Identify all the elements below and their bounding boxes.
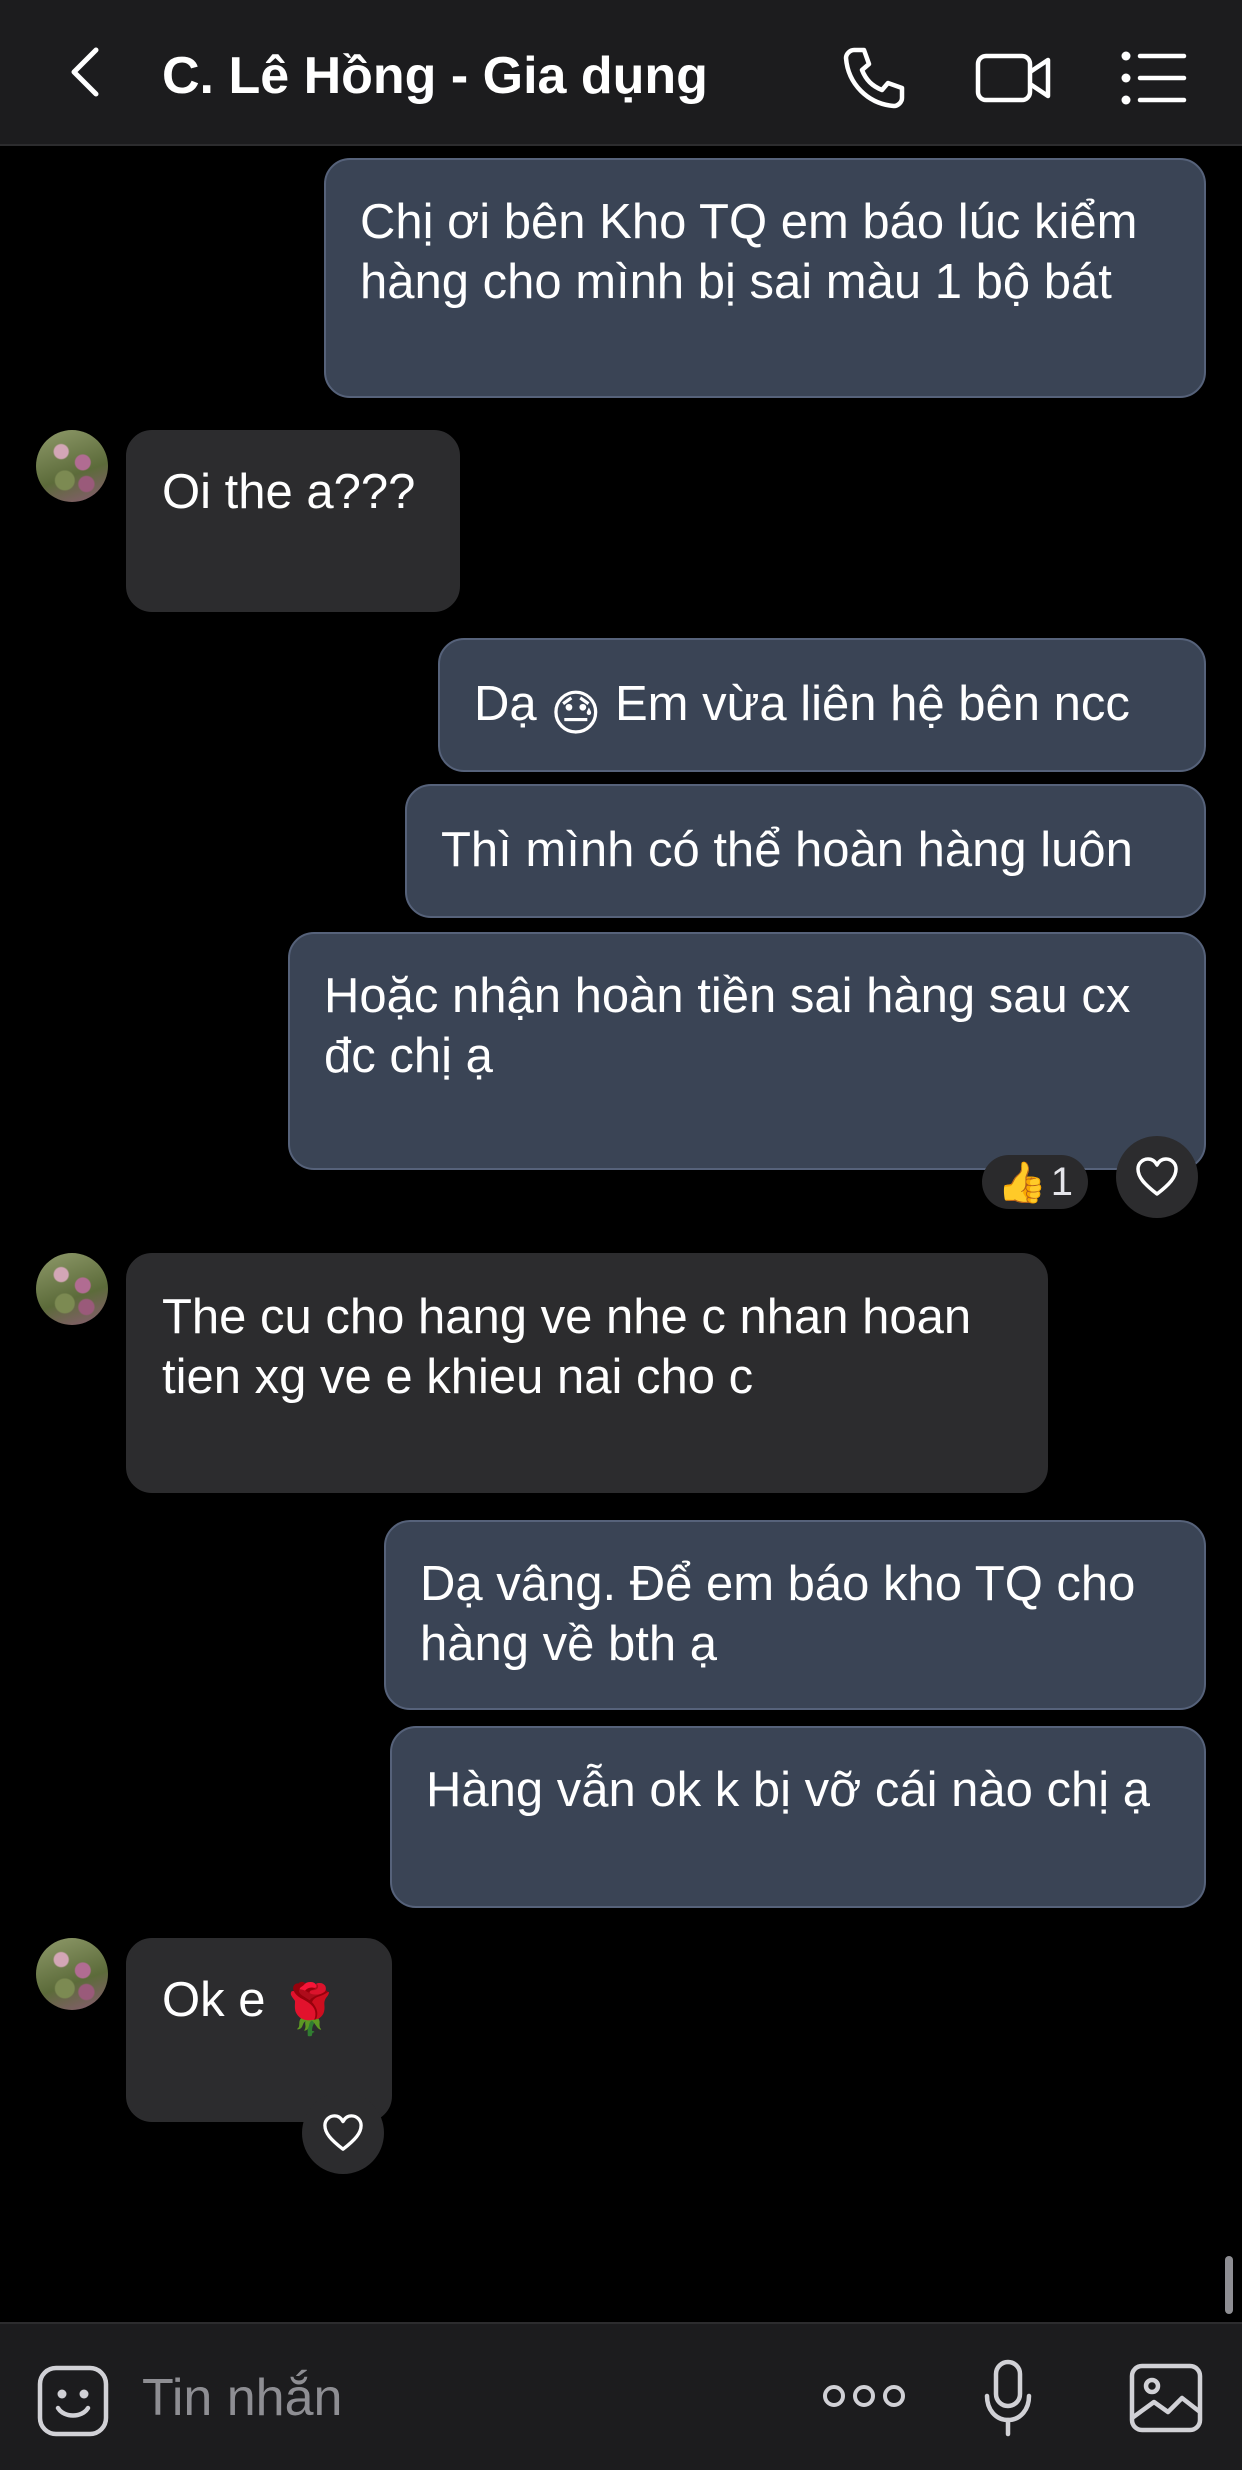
avatar[interactable] [36, 1253, 108, 1325]
message-text: Hoặc nhận hoàn tiền sai hàng sau cx đc c… [324, 969, 1131, 1083]
message-text: The cu cho hang ve nhe c nhan hoan tien … [162, 1290, 972, 1404]
message-text: Ok e [162, 1973, 266, 2027]
reaction-count: 1 [1050, 1159, 1074, 1204]
back-button[interactable] [60, 44, 116, 100]
message-input[interactable]: Tin nhắn [142, 2368, 342, 2428]
message-text: Hàng vẫn ok k bị vỡ cái nào chị ạ [426, 1763, 1150, 1817]
message-text: Oi the a??? [162, 465, 416, 519]
scrollbar[interactable] [1225, 2256, 1233, 2314]
message-composer: Tin nhắn [0, 2322, 1242, 2470]
thumbs-up-emoji: 👍 [996, 1160, 1047, 1205]
more-options-button[interactable] [822, 2376, 906, 2421]
chat-header: C. Lê Hồng - Gia dụng [0, 0, 1242, 146]
voice-message-button[interactable] [982, 2358, 1034, 2443]
image-icon [1129, 2363, 1203, 2433]
heart-icon [1136, 1157, 1178, 1196]
message-bubble-outgoing[interactable]: Dạ 😓 Em vừa liên hệ bên ncc [438, 638, 1206, 772]
message-bubble-outgoing[interactable]: Chị ơi bên Kho TQ em báo lúc kiểm hàng c… [324, 158, 1206, 398]
message-bubble-outgoing[interactable]: Thì mình có thể hoàn hàng luôn [405, 784, 1206, 918]
heart-icon [323, 2114, 363, 2151]
avatar[interactable] [36, 1938, 108, 2010]
sticker-icon [37, 2365, 109, 2437]
message-text: Dạ vâng. Để em báo kho TQ cho hàng về bt… [420, 1557, 1136, 1671]
react-button[interactable] [1116, 1136, 1198, 1218]
call-button[interactable] [836, 40, 912, 116]
reaction-badge[interactable]: 👍 1 [982, 1155, 1088, 1209]
phone-icon [843, 47, 905, 109]
rose-emoji: 🌹 [279, 1983, 341, 2037]
react-button[interactable] [302, 2092, 384, 2174]
message-bubble-outgoing[interactable]: Dạ vâng. Để em báo kho TQ cho hàng về bt… [384, 1520, 1206, 1710]
message-bubble-outgoing[interactable]: Hoặc nhận hoàn tiền sai hàng sau cx đc c… [288, 932, 1206, 1170]
message-text: Dạ [474, 677, 537, 731]
send-image-button[interactable] [1128, 2362, 1204, 2439]
sticker-button[interactable] [36, 2364, 110, 2443]
message-bubble-incoming[interactable]: Oi the a??? [126, 430, 460, 612]
message-bubble-incoming[interactable]: The cu cho hang ve nhe c nhan hoan tien … [126, 1253, 1048, 1493]
chevron-left-icon [71, 47, 99, 97]
message-text: Chị ơi bên Kho TQ em báo lúc kiểm hàng c… [360, 195, 1138, 309]
more-dots-icon [823, 2385, 905, 2407]
message-text: Em vừa liên hệ bên ncc [614, 677, 1130, 731]
message-list[interactable]: Chị ơi bên Kho TQ em báo lúc kiểm hàng c… [0, 146, 1242, 2322]
avatar[interactable] [36, 430, 108, 502]
list-icon [1121, 51, 1187, 105]
contact-name[interactable]: C. Lê Hồng - Gia dụng [162, 46, 708, 106]
video-call-button[interactable] [974, 40, 1051, 116]
microphone-icon [984, 2359, 1032, 2437]
chat-options-button[interactable] [1116, 40, 1192, 116]
message-text: Thì mình có thể hoàn hàng luôn [441, 823, 1133, 877]
message-bubble-outgoing[interactable]: Hàng vẫn ok k bị vỡ cái nào chị ạ [390, 1726, 1206, 1908]
video-camera-icon [975, 53, 1051, 103]
sweat-emoji: 😓 [550, 687, 602, 741]
